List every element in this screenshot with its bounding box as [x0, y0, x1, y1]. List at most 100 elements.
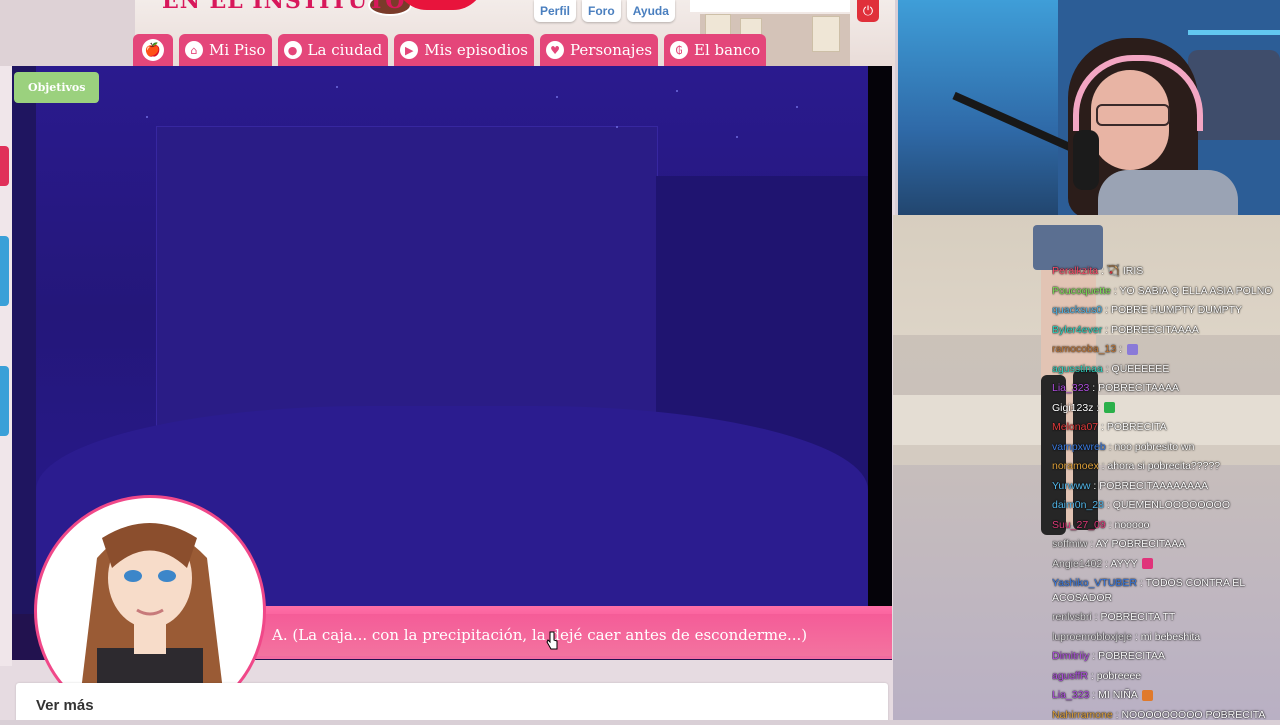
chat-text: :	[1093, 402, 1102, 414]
apple-icon: 🍎	[142, 39, 164, 61]
chat-message: quacksus0 : POBRE HUMPTY DUMPTY	[1052, 301, 1280, 321]
power-icon: ⏻	[863, 3, 873, 18]
chat-username[interactable]: Dimitriiy	[1052, 650, 1089, 662]
tab-mi-piso[interactable]: ⌂ Mi Piso	[179, 34, 272, 66]
side-tab[interactable]	[0, 146, 9, 186]
forum-link[interactable]: Foro	[582, 0, 621, 22]
chat-username[interactable]: Nahirramone	[1052, 709, 1113, 721]
scene-building	[156, 126, 658, 448]
game-logo[interactable]: EN EL INSTITUTO	[162, 0, 405, 14]
chat-username[interactable]: Suu_27_09	[1052, 519, 1106, 531]
chat-username[interactable]: agusstinaa	[1052, 363, 1103, 375]
chat-username[interactable]: Poucoquette	[1052, 285, 1111, 297]
emote-icon	[1104, 402, 1115, 413]
emote-icon	[1127, 344, 1138, 355]
chat-message: daim0n_28 : QUEMENLOOOOOOOO	[1052, 496, 1280, 516]
chat-text: : AY POBRECITAAA	[1087, 538, 1185, 550]
chat-message: Peralkzita : 🏹 IRIS	[1052, 262, 1280, 282]
chat-username[interactable]: renlvsbri	[1052, 611, 1092, 623]
tab-personajes[interactable]: ♥ Personajes	[540, 34, 658, 66]
chat-username[interactable]: soffmiw	[1052, 538, 1087, 550]
chat-text: : noo pobresito wn	[1106, 441, 1195, 453]
chat-text: : QUEMENLOOOOOOOO	[1104, 499, 1230, 511]
chat-text: : QUEEEEEE	[1103, 363, 1170, 375]
chat-message: Yurwww : POBRECITAAAAAAAA	[1052, 477, 1280, 497]
tab-el-banco[interactable]: ₲ El banco	[664, 34, 766, 66]
chat-username[interactable]: Melona07	[1052, 421, 1098, 433]
bank-icon: ₲	[670, 41, 688, 59]
emote-icon	[1142, 558, 1153, 569]
dialogue-text[interactable]: A. (La caja... con la precipitación, la …	[272, 626, 807, 644]
play-icon: ▶	[400, 41, 418, 59]
see-more-panel[interactable]: Ver más	[16, 683, 888, 720]
top-links: Perfil Foro Ayuda	[534, 0, 675, 22]
chat-message: Suu_27_09 : nooooo	[1052, 516, 1280, 536]
header-strip	[0, 0, 135, 66]
chat-username[interactable]: agusffR	[1052, 670, 1088, 682]
chat-message: Lia_323 : MI NIÑA	[1052, 686, 1280, 706]
chat-text: : POBREECITAAAA	[1102, 324, 1199, 336]
chat-text: : pobreeee	[1088, 670, 1141, 682]
chat-text: : NOOOOOOOOO POBRECITA	[1113, 709, 1266, 721]
objectives-button[interactable]: Objetivos	[14, 72, 99, 103]
chat-text: : mi bebeshita	[1132, 631, 1200, 643]
chat-message: renlvsbri : POBRECITA TT	[1052, 608, 1280, 628]
star	[736, 136, 738, 138]
chat-message: noramoex : ahora si pobrecita?????	[1052, 457, 1280, 477]
chat-username[interactable]: vampxwreb	[1052, 441, 1106, 453]
chat-text: : POBRECITAAAA	[1089, 382, 1179, 394]
chat-text: : nooooo	[1106, 519, 1150, 531]
chat-message: agusffR : pobreeee	[1052, 667, 1280, 687]
tab-label: Personajes	[570, 41, 652, 59]
chat-username[interactable]: Angie1402	[1052, 558, 1102, 570]
chat-message: agusstinaa : QUEEEEEE	[1052, 360, 1280, 380]
chat-username[interactable]: luproenrobloxjeje	[1052, 631, 1132, 643]
chat-message: luproenrobloxjeje : mi bebeshita	[1052, 628, 1280, 648]
profile-link[interactable]: Perfil	[534, 0, 576, 22]
home-icon: ⌂	[185, 41, 203, 59]
chat-username[interactable]: Gigi123z	[1052, 402, 1093, 414]
chat-text: : POBRECITAAAAAAAA	[1091, 480, 1209, 492]
scene-right-bar	[868, 66, 892, 614]
chat-message: Angie1402 : AYYY	[1052, 555, 1280, 575]
chat-username[interactable]: Lia_323	[1052, 689, 1089, 701]
chat-username[interactable]: ramocoba_13	[1052, 343, 1116, 355]
chat-text: : POBRECITAA	[1089, 650, 1165, 662]
microphone-icon	[1073, 130, 1099, 190]
tab-label: El banco	[694, 41, 760, 59]
main-nav: 🍎 ⌂ Mi Piso ● La ciudad ▶ Mis episodios …	[133, 34, 766, 66]
chat-message: Dimitriiy : POBRECITAA	[1052, 647, 1280, 667]
chat-username[interactable]: Yurwww	[1052, 480, 1091, 492]
star	[796, 106, 798, 108]
chat-message: vampxwreb : noo pobresito wn	[1052, 438, 1280, 458]
game-page: EN EL INSTITUTO Perfil Foro Ayuda ⏻ 🍎 ⌂ …	[0, 0, 895, 720]
star	[146, 116, 148, 118]
chat-message: Nahirramone : NOOOOOOOOO POBRECITA	[1052, 706, 1280, 725]
chat-text: : ahora si pobrecita?????	[1099, 460, 1220, 472]
chat-message: Byler4ever : POBREECITAAAA	[1052, 321, 1280, 341]
chat-username[interactable]: Peralkzita	[1052, 265, 1098, 277]
chat-username[interactable]: daim0n_28	[1052, 499, 1104, 511]
tab-label: Mi Piso	[209, 41, 266, 59]
streamer-webcam	[898, 0, 1280, 215]
side-tab[interactable]	[0, 236, 9, 306]
star	[336, 86, 338, 88]
chat-text: : AYYY	[1102, 558, 1140, 570]
chat-username[interactable]: Byler4ever	[1052, 324, 1102, 336]
help-link[interactable]: Ayuda	[627, 0, 675, 22]
chat-message: Yashiko_VTUBER : TODOS CONTRA EL ACOSADO…	[1052, 574, 1280, 608]
tab-la-ciudad[interactable]: ● La ciudad	[278, 34, 389, 66]
emote-icon	[1142, 690, 1153, 701]
chat-text: :	[1116, 343, 1125, 355]
tab-home[interactable]: 🍎	[133, 34, 173, 66]
chat-username[interactable]: noramoex	[1052, 460, 1099, 472]
see-more-label[interactable]: Ver más	[36, 697, 94, 714]
chat-text: : POBRECITA TT	[1092, 611, 1176, 623]
chat-username[interactable]: quacksus0	[1052, 304, 1102, 316]
power-button[interactable]: ⏻	[857, 0, 879, 22]
tab-mis-episodios[interactable]: ▶ Mis episodios	[394, 34, 534, 66]
side-tab[interactable]	[0, 366, 9, 436]
chat-username[interactable]: Yashiko_VTUBER	[1052, 577, 1137, 589]
tab-label: Mis episodios	[424, 41, 528, 59]
chat-username[interactable]: Lia_323	[1052, 382, 1089, 394]
